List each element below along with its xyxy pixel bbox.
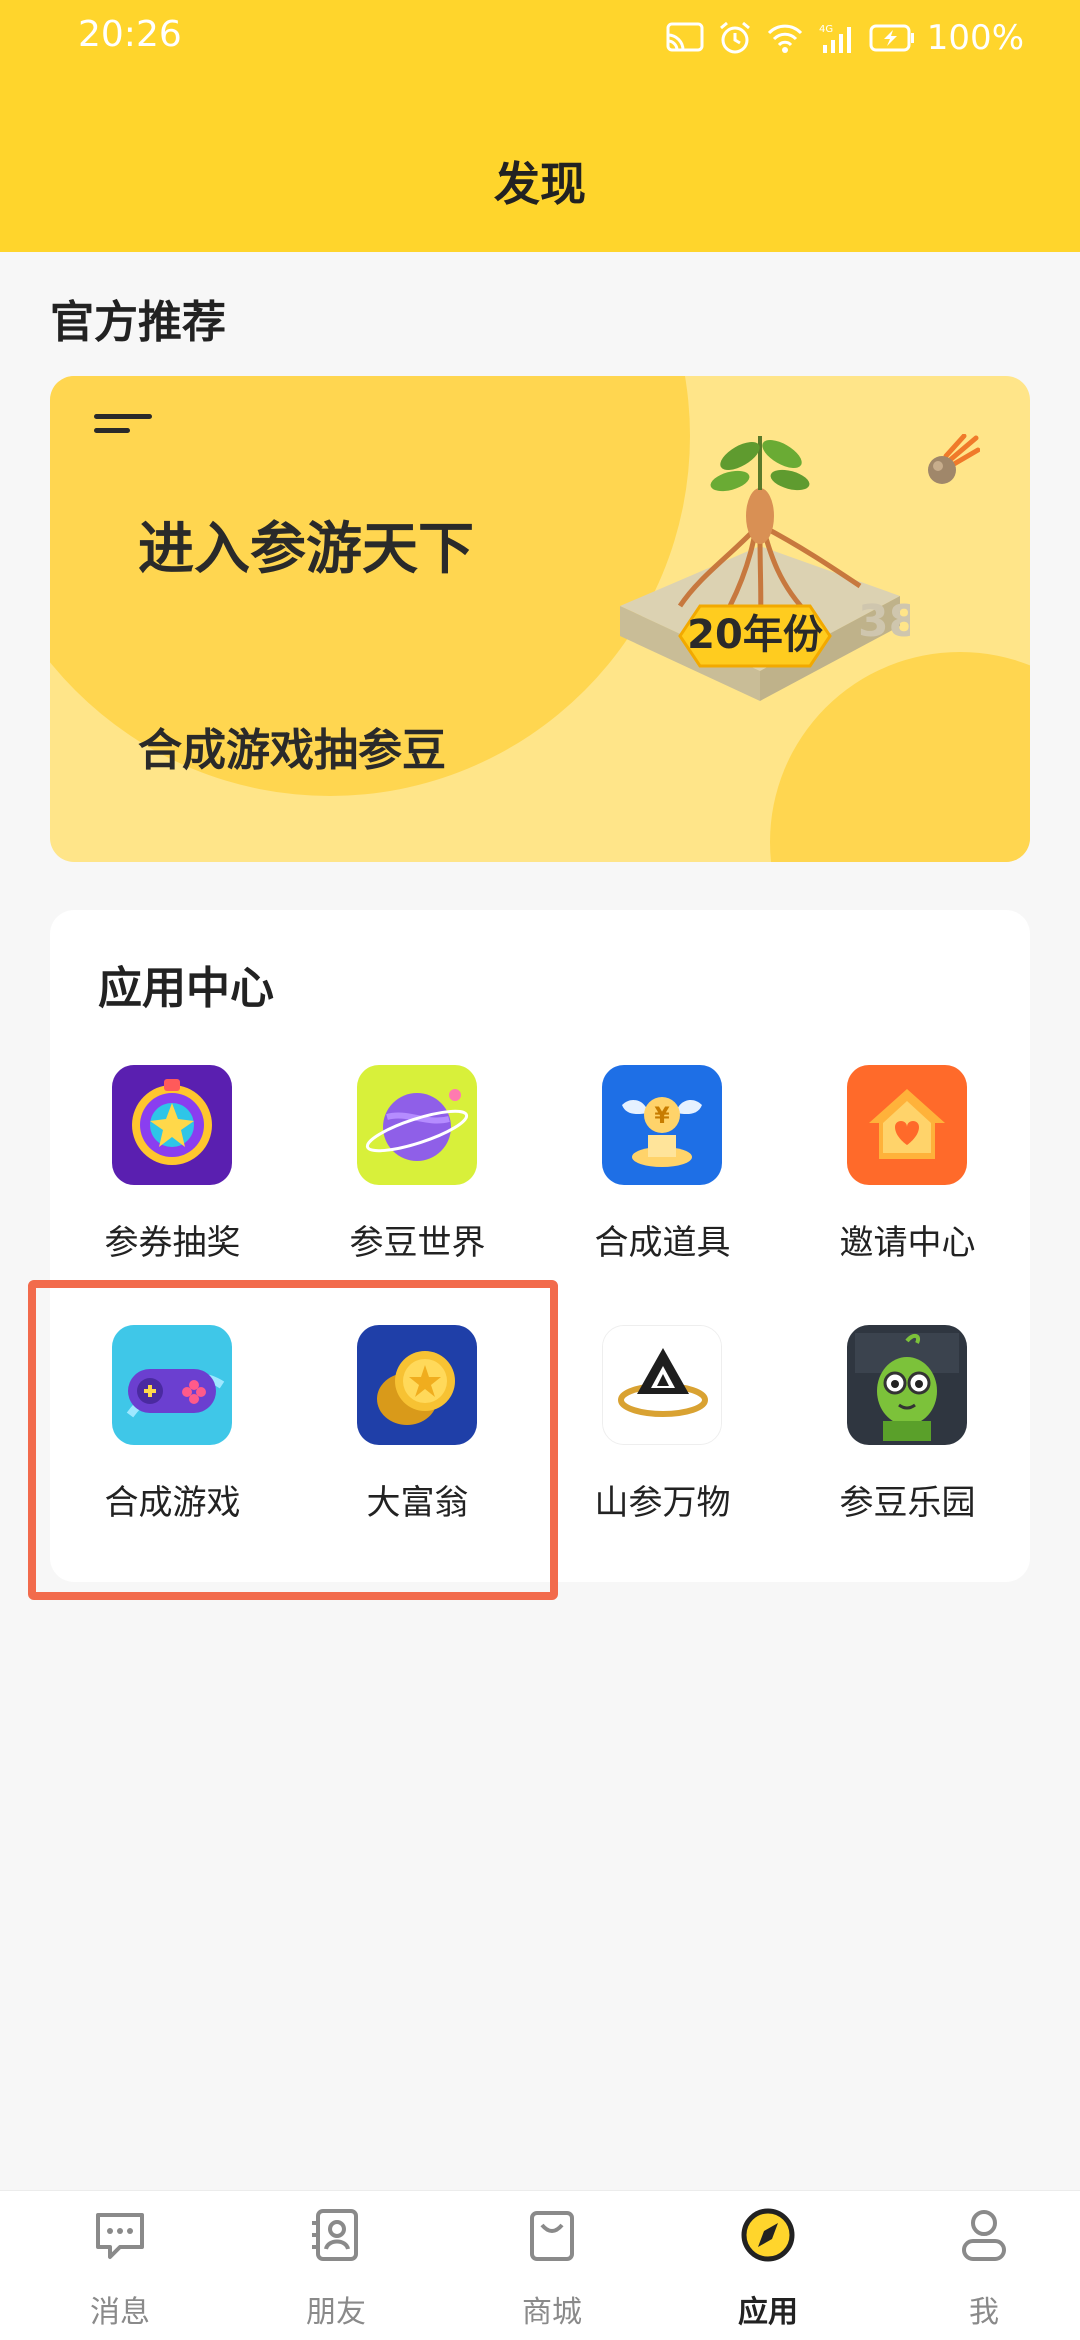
contacts-icon [312,2209,358,2261]
page-title: 发现 [494,157,586,211]
status-icons: 4G 100% [665,14,1024,62]
app-label: 邀请中心 [839,1223,976,1263]
app-label: 参豆世界 [349,1223,486,1263]
banner-main-text: 进入参游天下 [138,517,474,582]
app-center-title: 应用中心 [98,963,274,1014]
app-label: 参券抽奖 [104,1223,241,1263]
app-item-bean-world[interactable]: 参豆世界 [295,1065,540,1285]
tab-me[interactable]: 我 [876,2191,1080,2340]
mountain-logo-icon [602,1325,722,1445]
app-item-props[interactable]: ¥ 合成道具 [540,1065,785,1285]
highlight-box [28,1280,558,1600]
menu-lines-icon [94,414,152,433]
status-bar: 20:26 4G 100% [0,0,1080,76]
status-time: 20:26 [78,14,182,55]
message-icon [96,2213,144,2259]
banner-tag: 38 [858,596,910,647]
tab-messages[interactable]: 消息 [12,2191,228,2340]
app-item-invite[interactable]: 邀请中心 [785,1065,1030,1285]
tab-friends[interactable]: 朋友 [228,2191,444,2340]
battery-percent: 100% [926,18,1024,58]
app-label: 合成道具 [594,1223,731,1263]
cast-icon [666,22,704,52]
winged-coin-icon: ¥ [602,1065,722,1185]
comet-icon [928,434,980,484]
bean-character-icon [847,1325,967,1445]
banner-badge: 20年份 [687,612,823,658]
app-label: 山参万物 [594,1483,731,1523]
shopping-bag-icon [530,2211,574,2261]
svg-text:4G: 4G [819,24,833,35]
battery-icon [869,24,914,52]
svg-text:¥: ¥ [654,1104,670,1129]
app-label: 参豆乐园 [839,1483,976,1523]
wifi-icon [767,24,802,53]
lottery-wheel-icon [112,1065,232,1185]
tab-mall[interactable]: 商城 [444,2191,660,2340]
app-item-lottery[interactable]: 参券抽奖 [50,1065,295,1285]
person-icon [962,2210,1006,2261]
bottom-tab-bar: 消息 朋友 商城 应用 我 [0,2190,1080,2340]
invite-house-icon [847,1065,967,1185]
top-header: 20:26 4G 100% 发现 [0,0,1080,252]
planet-icon [357,1065,477,1185]
promo-banner[interactable]: 进入参游天下 合成游戏抽参豆 38 20年份 [50,376,1030,862]
alarm-icon [719,21,750,54]
recommend-title: 官方推荐 [50,297,226,348]
ginseng-illustration: 38 20年份 [620,436,910,701]
banner-sub-text: 合成游戏抽参豆 [138,725,446,776]
compass-icon [741,2208,795,2262]
tab-apps[interactable]: 应用 [660,2191,876,2340]
app-item-bean-park[interactable]: 参豆乐园 [785,1325,1030,1545]
app-item-ginseng-world[interactable]: 山参万物 [540,1325,785,1545]
signal-icon: 4G [819,24,851,53]
